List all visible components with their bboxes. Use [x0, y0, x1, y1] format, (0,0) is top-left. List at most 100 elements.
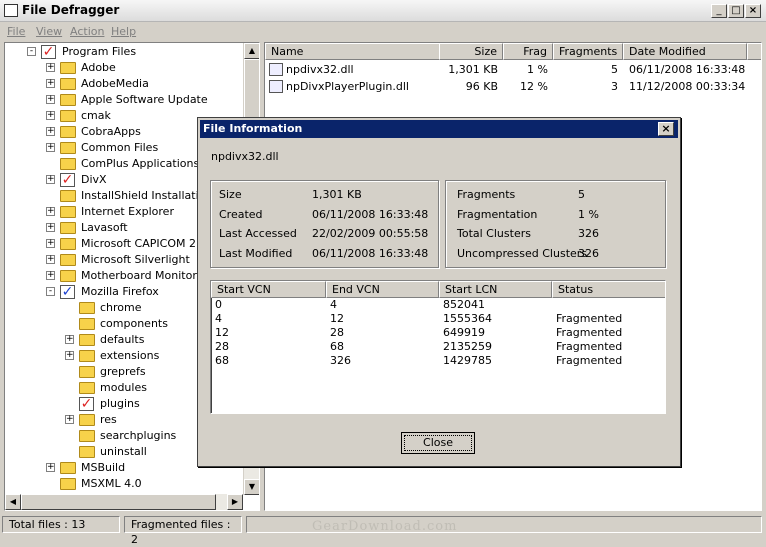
expand-icon[interactable]: +: [65, 351, 74, 360]
folder-icon[interactable]: [60, 190, 76, 202]
folder-icon[interactable]: [79, 318, 95, 330]
dialog-close-icon[interactable]: ×: [658, 122, 674, 136]
expand-icon[interactable]: +: [46, 111, 55, 120]
folder-icon[interactable]: [79, 350, 95, 362]
folder-icon[interactable]: [60, 462, 76, 474]
folder-icon[interactable]: [60, 94, 76, 106]
close-button[interactable]: Close: [401, 432, 475, 454]
expand-icon[interactable]: +: [46, 239, 55, 248]
tree-item[interactable]: + Adobe: [5, 60, 243, 76]
expand-icon[interactable]: +: [46, 223, 55, 232]
checked-folder-icon[interactable]: ✓: [79, 397, 94, 411]
file-name[interactable]: npDivxPlayerPlugin.dll: [286, 79, 409, 95]
folder-icon[interactable]: [79, 446, 95, 458]
tree-horizontal-scrollbar[interactable]: ◀ ▶: [5, 494, 243, 510]
expand-icon[interactable]: +: [46, 63, 55, 72]
vcn-header-status[interactable]: Status: [552, 281, 665, 298]
hscroll-thumb[interactable]: [21, 494, 216, 510]
folder-icon[interactable]: [60, 158, 76, 170]
expand-icon[interactable]: +: [46, 79, 55, 88]
folder-icon[interactable]: [79, 366, 95, 378]
tree-item-label: ComPlus Applications: [81, 157, 200, 170]
expand-icon[interactable]: +: [46, 175, 55, 184]
tree-item-label: Program Files: [62, 45, 137, 58]
collapse-icon[interactable]: -: [27, 47, 36, 56]
folder-icon[interactable]: [79, 334, 95, 346]
tree-item-label: chrome: [100, 301, 142, 314]
checked-folder-icon[interactable]: ✓: [60, 285, 75, 299]
checked-folder-icon[interactable]: ✓: [60, 173, 75, 187]
vcn-extent-list[interactable]: Start VCN End VCN Start LCN Status 0 4 852…: [210, 280, 666, 414]
tree-item-label: DivX: [81, 173, 107, 186]
tree-item-label: extensions: [100, 349, 160, 362]
col-header-date-modified[interactable]: Date Modified: [623, 43, 747, 60]
file-size: 1,301 KB: [448, 63, 498, 76]
dialog-filename: npdivx32.dll: [211, 150, 279, 163]
menu-action[interactable]: Action: [70, 25, 104, 38]
minimize-button[interactable]: _: [711, 4, 727, 18]
folder-icon[interactable]: [60, 254, 76, 266]
close-window-button[interactable]: ×: [745, 4, 761, 18]
tree-item-label: uninstall: [100, 445, 147, 458]
vcn-cell: Fragmented: [556, 312, 623, 325]
scroll-right-icon[interactable]: ▶: [227, 494, 243, 510]
vcn-cell: 68: [330, 340, 344, 353]
menu-file[interactable]: File: [7, 25, 25, 38]
scroll-up-icon[interactable]: ▲: [244, 43, 259, 59]
maximize-button[interactable]: □: [728, 4, 744, 18]
file-frag: 12 %: [520, 80, 548, 93]
vcn-header-end-vcn[interactable]: End VCN: [326, 281, 439, 298]
vcn-cell: Fragmented: [556, 354, 623, 367]
folder-icon[interactable]: [60, 110, 76, 122]
expand-icon[interactable]: +: [46, 255, 55, 264]
folder-icon[interactable]: [60, 126, 76, 138]
scroll-left-icon[interactable]: ◀: [5, 494, 21, 510]
folder-icon[interactable]: [60, 78, 76, 90]
expand-icon[interactable]: +: [46, 271, 55, 280]
expand-icon[interactable]: +: [46, 127, 55, 136]
tree-item[interactable]: MSXML 4.0: [5, 476, 243, 492]
menu-help[interactable]: Help: [111, 25, 136, 38]
expand-icon[interactable]: +: [46, 143, 55, 152]
folder-icon[interactable]: [79, 430, 95, 442]
tree-item-label: MSXML 4.0: [81, 477, 142, 490]
title-bar: File Defragger _ □ ×: [0, 0, 766, 22]
folder-icon[interactable]: [79, 302, 95, 314]
folder-icon[interactable]: [60, 142, 76, 154]
info-value: 1 %: [578, 208, 599, 221]
menu-view[interactable]: View: [36, 25, 62, 38]
vcn-cell: 1429785: [443, 354, 492, 367]
expand-icon[interactable]: +: [65, 335, 74, 344]
folder-icon[interactable]: [79, 382, 95, 394]
folder-icon[interactable]: [60, 222, 76, 234]
info-label: Last Accessed: [219, 227, 297, 240]
info-value: 06/11/2008 16:33:48: [312, 247, 429, 260]
tree-item[interactable]: + AdobeMedia: [5, 76, 243, 92]
folder-icon[interactable]: [60, 62, 76, 74]
fragmentation-group: Fragments 5 Fragmentation 1 % Total Clus…: [445, 180, 666, 268]
vcn-cell: 0: [215, 298, 222, 311]
collapse-icon[interactable]: -: [46, 287, 55, 296]
col-header-size-label[interactable]: Size: [439, 43, 503, 60]
info-value: 326: [578, 227, 599, 240]
folder-icon[interactable]: [60, 478, 76, 490]
checked-folder-icon[interactable]: ✓: [41, 45, 56, 59]
folder-icon[interactable]: [79, 414, 95, 426]
file-name[interactable]: npdivx32.dll: [286, 62, 354, 78]
tree-item[interactable]: - ✓ Program Files: [5, 44, 243, 60]
info-value: 326: [578, 247, 599, 260]
tree-item[interactable]: + Apple Software Update: [5, 92, 243, 108]
expand-icon[interactable]: +: [65, 415, 74, 424]
col-header-frag[interactable]: Frag: [503, 43, 553, 60]
vcn-header-start-vcn[interactable]: Start VCN: [211, 281, 326, 298]
folder-icon[interactable]: [60, 238, 76, 250]
expand-icon[interactable]: +: [46, 463, 55, 472]
scroll-down-icon[interactable]: ▼: [244, 479, 259, 495]
expand-icon[interactable]: +: [46, 207, 55, 216]
info-value: 5: [578, 188, 585, 201]
vcn-header-start-lcn[interactable]: Start LCN: [439, 281, 552, 298]
folder-icon[interactable]: [60, 270, 76, 282]
col-header-fragments[interactable]: Fragments: [553, 43, 623, 60]
folder-icon[interactable]: [60, 206, 76, 218]
expand-icon[interactable]: +: [46, 95, 55, 104]
